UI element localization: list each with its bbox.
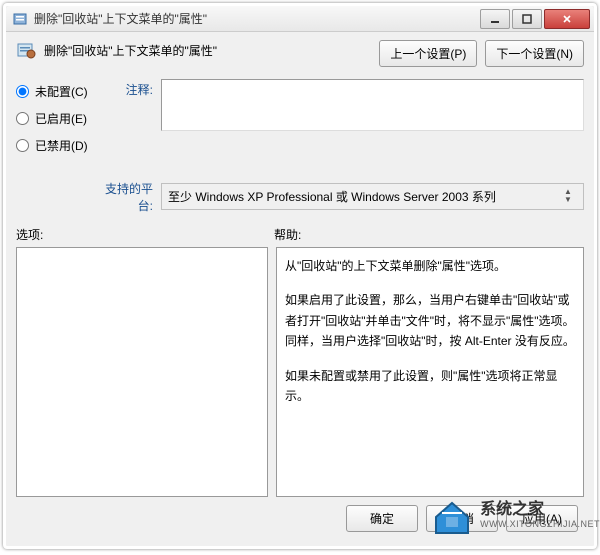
platform-label: 支持的平台: [101,178,161,214]
help-paragraph: 如果未配置或禁用了此设置，则"属性"选项将正常显示。 [285,366,575,407]
content-area: 删除"回收站"上下文菜单的"属性" 上一个设置(P) 下一个设置(N) 未配置(… [6,32,594,546]
help-label: 帮助: [274,226,301,243]
radio-disabled-input[interactable] [16,139,29,152]
help-paragraph: 从"回收站"的上下文菜单删除"属性"选项。 [285,256,575,276]
app-icon [12,11,28,27]
radio-not-configured[interactable]: 未配置(C) [16,83,101,100]
platform-box: 至少 Windows XP Professional 或 Windows Ser… [161,183,584,210]
apply-button[interactable]: 应用(A) [506,505,578,532]
maximize-button[interactable] [512,9,542,29]
comment-label: 注释: [101,79,161,98]
radio-enabled-input[interactable] [16,112,29,125]
radio-enabled[interactable]: 已启用(E) [16,110,101,127]
policy-title: 删除"回收站"上下文菜单的"属性" [44,42,217,59]
titlebar: 删除"回收站"上下文菜单的"属性" [6,6,594,32]
radio-enabled-label: 已启用(E) [35,110,87,127]
spinner-down-icon: ▼ [564,197,572,203]
platform-value: 至少 Windows XP Professional 或 Windows Ser… [168,188,559,205]
ok-button[interactable]: 确定 [346,505,418,532]
help-paragraph: 如果启用了此设置，那么，当用户右键单击"回收站"或者打开"回收站"并单击"文件"… [285,290,575,351]
next-setting-button[interactable]: 下一个设置(N) [485,40,584,67]
dialog-window: 删除"回收站"上下文菜单的"属性" 删除"回收站"上下文菜单的"属性" 上一个设… [3,3,597,549]
window-title: 删除"回收站"上下文菜单的"属性" [34,10,480,27]
minimize-button[interactable] [480,9,510,29]
platform-spinner[interactable]: ▲ ▼ [559,189,577,203]
radio-not-configured-label: 未配置(C) [35,83,88,100]
radio-not-configured-input[interactable] [16,85,29,98]
options-label: 选项: [16,226,274,243]
help-panel: 从"回收站"的上下文菜单删除"属性"选项。 如果启用了此设置，那么，当用户右键单… [276,247,584,497]
radio-disabled[interactable]: 已禁用(D) [16,137,101,154]
cancel-button[interactable]: 取消 [426,505,498,532]
previous-setting-button[interactable]: 上一个设置(P) [379,40,477,67]
radio-disabled-label: 已禁用(D) [35,137,88,154]
comment-textarea[interactable] [161,79,584,131]
close-button[interactable] [544,9,590,29]
policy-icon [16,40,36,60]
options-panel [16,247,268,497]
window-controls [480,9,594,29]
